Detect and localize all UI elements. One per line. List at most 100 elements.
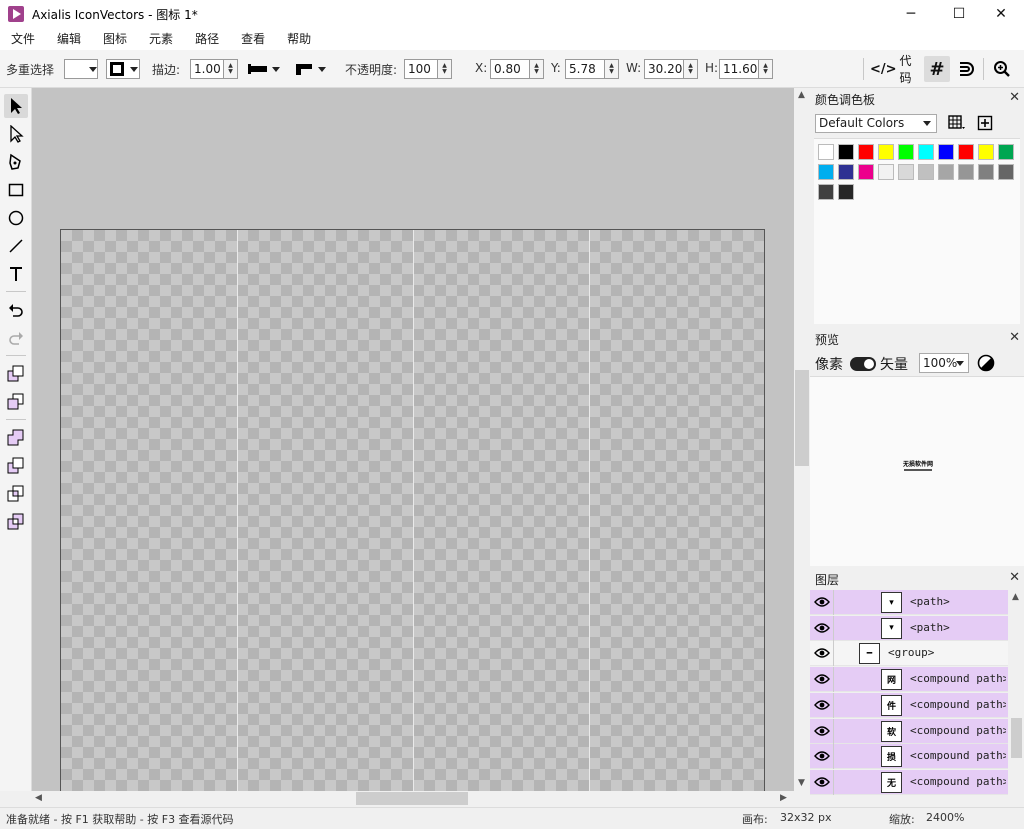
stroke-join-dropdown[interactable] xyxy=(294,59,331,79)
grid-toggle-button[interactable]: # xyxy=(924,56,950,82)
color-swatch[interactable] xyxy=(838,164,854,180)
palette-grid-icon[interactable] xyxy=(948,115,966,131)
union-button[interactable] xyxy=(4,426,28,450)
color-swatch[interactable] xyxy=(958,164,974,180)
color-swatch[interactable] xyxy=(998,164,1014,180)
menu-element[interactable]: 元素 xyxy=(138,28,184,50)
opacity-spinner[interactable]: 100 ▲ ▼ xyxy=(404,59,452,79)
color-swatch[interactable] xyxy=(858,144,874,160)
color-swatch[interactable] xyxy=(878,144,894,160)
close-button[interactable]: ✕ xyxy=(978,0,1024,28)
stroke-color-dropdown[interactable] xyxy=(106,59,140,79)
y-spinner[interactable]: 5.78 ▲ ▼ xyxy=(565,59,619,79)
bring-forward-button[interactable] xyxy=(4,362,28,386)
eye-icon[interactable] xyxy=(814,647,830,659)
spinner-arrows-icon[interactable]: ▲ ▼ xyxy=(438,59,452,79)
eye-icon[interactable] xyxy=(814,622,830,634)
color-swatch[interactable] xyxy=(998,144,1014,160)
palette-close-button[interactable]: ✕ xyxy=(1009,90,1020,105)
color-swatch[interactable] xyxy=(818,164,834,180)
fill-color-dropdown[interactable] xyxy=(64,59,98,79)
canvas-area[interactable] xyxy=(32,88,794,791)
subtract-button[interactable] xyxy=(4,454,28,478)
x-spinner[interactable]: 0.80 ▲ ▼ xyxy=(490,59,544,79)
stroke-cap-dropdown[interactable] xyxy=(248,59,285,79)
menu-icon[interactable]: 图标 xyxy=(92,28,138,50)
spinner-arrows-icon[interactable]: ▲ ▼ xyxy=(530,59,544,79)
color-swatch[interactable] xyxy=(838,184,854,200)
palette-select[interactable]: Default Colors xyxy=(815,114,937,133)
layer-row[interactable]: ━ <group> xyxy=(810,641,1008,667)
menu-view[interactable]: 查看 xyxy=(230,28,276,50)
stroke-width-input[interactable]: 1.00 xyxy=(190,59,224,79)
color-swatch[interactable] xyxy=(818,144,834,160)
vertical-scroll-thumb[interactable] xyxy=(795,370,809,466)
line-tool[interactable] xyxy=(4,234,28,258)
scroll-up-icon[interactable]: ▲ xyxy=(1012,592,1019,602)
eye-icon[interactable] xyxy=(814,750,830,762)
y-input[interactable]: 5.78 xyxy=(565,59,605,79)
undo-button[interactable] xyxy=(4,298,28,322)
layer-row[interactable]: 件 <compound path> xyxy=(810,692,1008,718)
color-swatch[interactable] xyxy=(918,144,934,160)
menu-help[interactable]: 帮助 xyxy=(276,28,322,50)
color-swatch[interactable] xyxy=(938,144,954,160)
ellipse-tool[interactable] xyxy=(4,206,28,230)
layer-row[interactable]: ▾ <path> xyxy=(810,615,1008,641)
exclude-button[interactable] xyxy=(4,510,28,534)
h-spinner[interactable]: 11.60 ▲ ▼ xyxy=(719,59,773,79)
w-spinner[interactable]: 30.20 ▲ ▼ xyxy=(644,59,698,79)
layer-row[interactable]: 无 <compound path> xyxy=(810,769,1008,795)
spinner-arrows-icon[interactable]: ▲ ▼ xyxy=(224,59,238,79)
text-tool[interactable] xyxy=(4,262,28,286)
minimize-button[interactable]: ─ xyxy=(888,0,934,28)
zoom-button[interactable] xyxy=(989,56,1015,82)
icon-artboard[interactable] xyxy=(60,229,765,791)
spinner-arrows-icon[interactable]: ▲ ▼ xyxy=(684,59,698,79)
layer-row[interactable]: 网 <compound path> xyxy=(810,667,1008,693)
color-swatch[interactable] xyxy=(858,164,874,180)
eye-icon[interactable] xyxy=(814,673,830,685)
add-color-icon[interactable] xyxy=(977,115,993,131)
eye-icon[interactable] xyxy=(814,596,830,608)
color-swatch[interactable] xyxy=(898,144,914,160)
code-button[interactable]: </> 代码 xyxy=(870,54,920,85)
color-swatch[interactable] xyxy=(818,184,834,200)
color-swatch[interactable] xyxy=(838,144,854,160)
scroll-up-icon[interactable]: ▲ xyxy=(798,90,805,100)
eye-icon[interactable] xyxy=(814,699,830,711)
send-backward-button[interactable] xyxy=(4,390,28,414)
w-input[interactable]: 30.20 xyxy=(644,59,684,79)
eye-icon[interactable] xyxy=(814,725,830,737)
layers-scroll-thumb[interactable] xyxy=(1011,718,1022,758)
color-swatch[interactable] xyxy=(938,164,954,180)
scroll-right-icon[interactable]: ▶ xyxy=(780,793,787,803)
layers-close-button[interactable]: ✕ xyxy=(1009,570,1020,585)
menu-edit[interactable]: 编辑 xyxy=(46,28,92,50)
contrast-icon[interactable] xyxy=(977,354,995,372)
rectangle-tool[interactable] xyxy=(4,178,28,202)
maximize-button[interactable]: ☐ xyxy=(936,0,982,28)
preview-zoom-select[interactable]: 100% xyxy=(919,353,969,373)
opacity-input[interactable]: 100 xyxy=(404,59,438,79)
selection-tool[interactable] xyxy=(4,94,28,118)
scroll-left-icon[interactable]: ◀ xyxy=(35,793,42,803)
layer-row[interactable]: 软 <compound path> xyxy=(810,718,1008,744)
layer-row[interactable]: 损 <compound path> xyxy=(810,744,1008,770)
layers-scrollbar[interactable]: ▲ xyxy=(1009,590,1024,795)
stroke-width-spinner[interactable]: 1.00 ▲ ▼ xyxy=(190,59,238,79)
color-swatch[interactable] xyxy=(898,164,914,180)
layer-row[interactable]: ▾ <path> xyxy=(810,590,1008,615)
horizontal-scroll-thumb[interactable] xyxy=(356,792,468,805)
intersect-button[interactable] xyxy=(4,482,28,506)
eye-icon[interactable] xyxy=(814,776,830,788)
pixel-vector-toggle[interactable] xyxy=(850,357,876,371)
spinner-arrows-icon[interactable]: ▲ ▼ xyxy=(605,59,619,79)
color-swatch[interactable] xyxy=(878,164,894,180)
color-swatch[interactable] xyxy=(958,144,974,160)
snap-toggle-button[interactable] xyxy=(953,56,979,82)
pen-tool[interactable] xyxy=(4,150,28,174)
spinner-arrows-icon[interactable]: ▲ ▼ xyxy=(759,59,773,79)
color-swatch[interactable] xyxy=(918,164,934,180)
h-input[interactable]: 11.60 xyxy=(719,59,759,79)
